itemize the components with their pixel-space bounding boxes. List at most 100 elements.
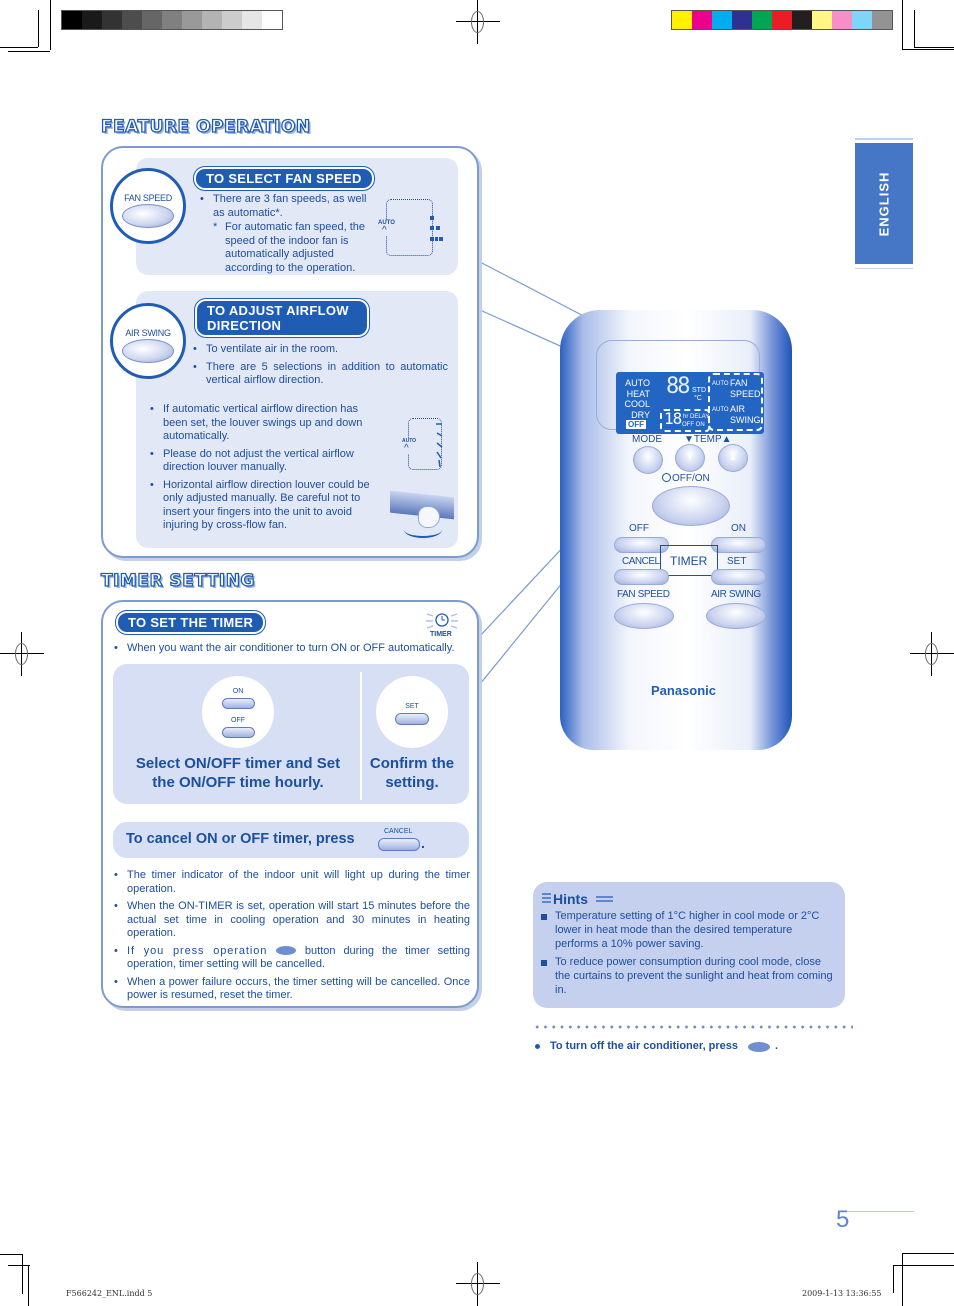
color-swatch — [162, 11, 182, 29]
color-swatch — [872, 11, 892, 29]
hand-adjusting-louver-illustration — [390, 490, 454, 542]
cancel-button-icon — [378, 838, 420, 851]
color-swatch — [832, 11, 852, 29]
color-swatch — [82, 11, 102, 29]
language-tab: ENGLISH — [855, 143, 913, 264]
fan-speed-bullet: There are 3 fan speeds, as well as autom… — [200, 193, 380, 220]
color-swatch — [852, 11, 872, 29]
remote-timer-off-label: OFF — [629, 523, 649, 534]
set-button-label: SET — [405, 703, 419, 710]
side-tab-rule-bottom — [855, 268, 913, 269]
cancel-period: . — [421, 835, 425, 851]
on-off-buttons-illustration: ON OFF — [202, 676, 274, 748]
air-swing-bullet-3: If automatic vertical airflow direction … — [150, 403, 375, 444]
timer-note-2: When the ON-TIMER is set, operation will… — [114, 900, 470, 941]
fan-diagram-frame — [386, 199, 433, 256]
air-swing-pill-heading: TO ADJUST AIRFLOW DIRECTION — [197, 301, 367, 335]
cancel-button-label: CANCEL — [384, 828, 413, 835]
fan-level-2-icon — [430, 226, 440, 230]
remote-offon-text: OFF/ON — [672, 473, 710, 484]
remote-lcd: AUTO HEAT COOL DRY OFF 88 STD °C 18 hr D… — [616, 372, 764, 434]
lcd-swing-auto: AUTO — [712, 407, 729, 413]
lcd-timer-digits: 18 — [664, 409, 682, 428]
fan-speed-button-illustration: FAN SPEED — [110, 168, 186, 244]
louver-positions-icon — [436, 423, 443, 468]
timer-intro-text: When you want the air conditioner to tur… — [114, 642, 474, 656]
color-swatch — [142, 11, 162, 29]
lcd-mode-dry: DRY — [631, 409, 650, 420]
color-swatch — [732, 11, 752, 29]
timer-note-4: When a power failure occurs, the timer s… — [114, 976, 470, 1003]
remote-cancel-button — [614, 569, 669, 585]
registration-mark-left — [0, 632, 44, 676]
fan-speed-text: There are 3 fan speeds, as well as autom… — [200, 193, 380, 275]
color-swatch — [792, 11, 812, 29]
remote-offon-label: OFF/ON — [662, 473, 710, 484]
air-swing-bottom-bullets: If automatic vertical airflow direction … — [150, 403, 375, 533]
timer-icon: TIMER — [424, 608, 460, 642]
color-swatch — [672, 11, 692, 29]
lcd-offon: OFF ON — [682, 422, 705, 428]
remote-air-swing-label: AIR SWING — [711, 589, 761, 600]
lcd-mode-list: AUTO HEAT COOL DRY — [620, 378, 650, 420]
fan-speed-note-text: For automatic fan speed, the speed of th… — [225, 221, 366, 274]
offon-button-icon — [276, 946, 297, 956]
hint-item-2: To reduce power consumption during cool … — [535, 956, 835, 997]
remote-temp-down-button: ▼ — [675, 444, 705, 472]
timer-notes: The timer indicator of the indoor unit w… — [114, 869, 470, 1003]
color-swatch — [242, 11, 262, 29]
panasonic-logo: Panasonic — [651, 683, 717, 698]
remote-offon-button — [652, 486, 730, 526]
page-number-rule — [848, 1211, 914, 1212]
off-button-label: OFF — [231, 717, 245, 724]
color-swatch — [62, 11, 82, 29]
step2-caption: Confirm the setting. — [369, 755, 455, 791]
cmyk-color-bar — [671, 10, 893, 30]
remote-fan-speed-label: FAN SPEED — [617, 589, 670, 600]
turn-off-period: . — [775, 1040, 779, 1052]
feature-operation-heading: FEATURE OPERATION — [100, 116, 311, 137]
on-button-icon — [222, 698, 255, 709]
air-swing-bullet-4: Please do not adjust the vertical airflo… — [150, 448, 375, 475]
turn-off-text: To turn off the air conditioner, press — [550, 1040, 739, 1052]
timer-note-1: The timer indicator of the indoor unit w… — [114, 869, 470, 896]
hint-item-1: Temperature setting of 1°C higher in coo… — [535, 910, 835, 951]
temp-up-arrow-icon: ▲ — [729, 453, 737, 462]
remote-mode-button — [633, 446, 663, 474]
timer-note-3: If you press operation button during the… — [114, 945, 470, 972]
grayscale-color-bar — [61, 10, 283, 30]
air-swing-button-illustration: AIR SWING — [110, 303, 186, 379]
turn-off-bullet-icon — [535, 1044, 540, 1049]
temp-down-arrow-icon: ▼ — [686, 453, 694, 462]
fan-speed-button-icon — [122, 204, 174, 228]
color-swatch — [122, 11, 142, 29]
timer-note-3a: If you press operation — [127, 944, 268, 957]
timer-setting-heading: TIMER SETTING — [100, 570, 255, 591]
color-swatch — [752, 11, 772, 29]
air-swing-top-bullets: To ventilate air in the room. There are … — [193, 343, 448, 388]
remote-cancel-label: CANCEL — [622, 556, 660, 567]
lcd-mode-cool: COOL — [624, 399, 650, 409]
air-swing-bullet-5: Horizontal airflow direction louver coul… — [150, 479, 375, 533]
lcd-off-indicator: OFF — [626, 420, 646, 429]
color-swatch — [222, 11, 242, 29]
timer-intro: When you want the air conditioner to tur… — [114, 642, 474, 656]
fan-speed-note: * For automatic fan speed, the speed of … — [200, 221, 380, 275]
color-swatch — [812, 11, 832, 29]
remote-temp-up-button: ▲ — [718, 444, 748, 472]
lcd-mode-auto: AUTO — [625, 378, 650, 388]
timer-steps-divider — [360, 672, 362, 800]
color-swatch — [102, 11, 122, 29]
footer-timestamp: 2009-1-13 13:36:55 — [802, 1289, 882, 1298]
hints-deco-left — [542, 893, 551, 904]
remote-mode-label: MODE — [632, 434, 662, 445]
remote-air-swing-button — [706, 603, 766, 629]
remote-timer-on-label: ON — [731, 523, 746, 534]
side-tab-rule-top — [855, 138, 913, 140]
set-button-illustration: SET — [376, 676, 448, 748]
dotted-divider — [533, 1025, 853, 1029]
on-button-label: ON — [232, 688, 244, 695]
hints-box: Hints Temperature setting of 1°C higher … — [533, 882, 845, 1008]
lcd-unit: °C — [694, 395, 702, 402]
air-swing-bullet-1: To ventilate air in the room. — [193, 343, 448, 357]
